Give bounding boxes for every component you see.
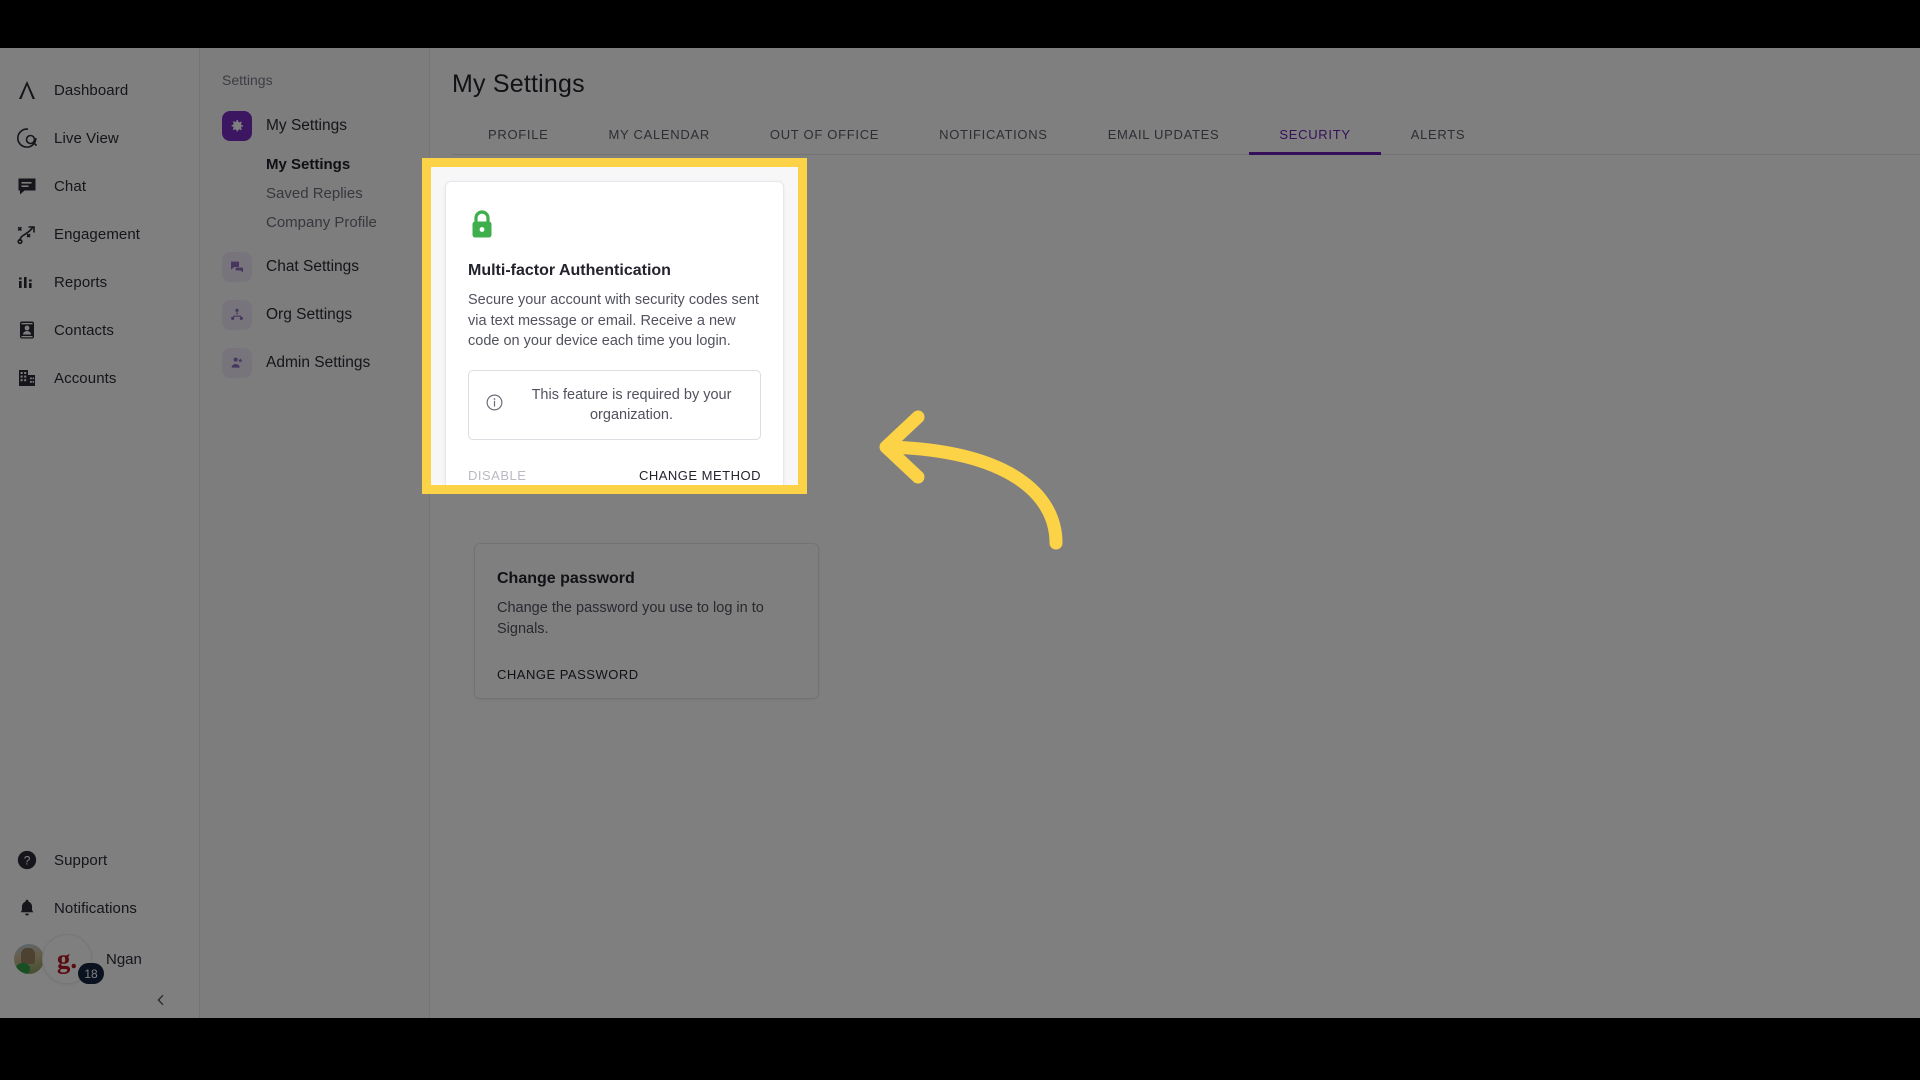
change-method-button[interactable]: CHANGE METHOD xyxy=(639,468,761,483)
tab-profile[interactable]: PROFILE xyxy=(458,127,579,154)
engagement-icon xyxy=(14,221,40,247)
nav-item-reports[interactable]: Reports xyxy=(0,258,199,306)
sidebar-item-admin-settings[interactable]: Admin Settings xyxy=(200,339,429,387)
bottom-letterbox-bar xyxy=(0,1018,1920,1080)
disable-mfa-button[interactable]: DISABLE xyxy=(468,468,526,483)
info-circle-icon xyxy=(485,393,505,417)
logo-chevron-icon xyxy=(14,77,40,103)
sidebar-item-org-settings[interactable]: Org Settings xyxy=(200,291,429,339)
tab-notifications[interactable]: NOTIFICATIONS xyxy=(909,127,1078,154)
nav-label: Support xyxy=(54,851,108,869)
settings-subnav: Settings My Settings My Settings Saved R… xyxy=(200,48,430,1018)
top-letterbox-bar xyxy=(0,0,1920,48)
change-password-card: Change password Change the password you … xyxy=(474,543,819,700)
avatar xyxy=(14,944,44,974)
mfa-description: Secure your account with security codes … xyxy=(468,292,759,350)
user-account-row[interactable]: g. 18 Ngan xyxy=(0,932,199,986)
change-password-title: Change password xyxy=(497,570,635,587)
settings-subnav-title: Settings xyxy=(222,72,273,88)
tab-my-calendar[interactable]: MY CALENDAR xyxy=(579,127,740,154)
annotation-arrow xyxy=(860,395,1080,560)
change-password-actions: CHANGE PASSWORD xyxy=(497,665,796,682)
sidebar-item-chat-settings[interactable]: Chat Settings xyxy=(200,243,429,291)
live-view-icon xyxy=(14,125,40,151)
tab-out-of-office[interactable]: OUT OF OFFICE xyxy=(740,127,909,154)
reports-icon xyxy=(14,269,40,295)
change-password-button[interactable]: CHANGE PASSWORD xyxy=(497,667,639,682)
settings-tabs: PROFILE MY CALENDAR OUT OF OFFICE NOTIFI… xyxy=(452,113,1920,155)
nav-item-support[interactable]: ? Support xyxy=(0,836,199,884)
nav-item-notifications[interactable]: Notifications xyxy=(0,884,199,932)
mfa-title: Multi-factor Authentication xyxy=(468,262,671,279)
mfa-notice: This feature is required by your organiz… xyxy=(468,369,761,441)
svg-text:?: ? xyxy=(24,854,31,868)
primary-nav-list: Dashboard Live View Chat Engagement Repo… xyxy=(0,48,199,402)
nav-label: Notifications xyxy=(54,899,138,917)
tab-email-updates[interactable]: EMAIL UPDATES xyxy=(1078,127,1250,154)
sidebar-subitem-my-settings[interactable]: My Settings xyxy=(200,150,429,179)
nav-item-live-view[interactable]: Live View xyxy=(0,114,199,162)
tab-alerts[interactable]: ALERTS xyxy=(1381,127,1496,154)
nav-label: Dashboard xyxy=(54,81,129,99)
sidebar-item-my-settings[interactable]: My Settings xyxy=(200,102,429,150)
nav-item-engagement[interactable]: Engagement xyxy=(0,210,199,258)
gear-icon xyxy=(222,111,252,141)
sidebar-item-label: My Settings xyxy=(266,117,347,134)
sidebar-item-label: Admin Settings xyxy=(266,354,371,371)
chat-icon xyxy=(14,173,40,199)
notification-count-badge: 18 xyxy=(78,963,104,984)
org-people-icon xyxy=(222,300,252,330)
nav-label: Contacts xyxy=(54,321,114,339)
sidebar-subitem-saved-replies[interactable]: Saved Replies xyxy=(200,179,429,208)
nav-item-chat[interactable]: Chat xyxy=(0,162,199,210)
sidebar-item-label: Chat Settings xyxy=(266,258,360,275)
nav-label: Engagement xyxy=(54,225,141,243)
mfa-notice-text: This feature is required by your organiz… xyxy=(531,386,732,424)
mfa-actions: DISABLE CHANGE METHOD xyxy=(468,466,761,483)
highlight-box: Multi-factor Authentication Secure your … xyxy=(422,158,807,494)
nav-label: Chat xyxy=(54,177,87,195)
collapse-sidebar-button[interactable] xyxy=(0,986,199,1008)
nav-label: Accounts xyxy=(54,369,117,387)
green-lock-icon xyxy=(468,208,496,242)
nav-item-contacts[interactable]: Contacts xyxy=(0,306,199,354)
primary-nav-rail: Dashboard Live View Chat Engagement Repo… xyxy=(0,48,200,1018)
tab-security[interactable]: SECURITY xyxy=(1249,127,1382,155)
sidebar-item-label: Org Settings xyxy=(266,306,353,323)
accounts-icon xyxy=(14,365,40,391)
chevron-left-icon xyxy=(157,994,164,1006)
chat-bubbles-icon xyxy=(222,252,252,282)
change-password-description: Change the password you use to log in to… xyxy=(497,600,764,637)
nav-label: Live View xyxy=(54,129,119,147)
page-title: My Settings xyxy=(452,70,585,98)
mfa-card: Multi-factor Authentication Secure your … xyxy=(445,181,784,485)
nav-label: Reports xyxy=(54,273,108,291)
sidebar-subitem-company-profile[interactable]: Company Profile xyxy=(200,208,429,237)
contacts-icon xyxy=(14,317,40,343)
bell-icon xyxy=(14,895,40,921)
primary-nav-footer: ? Support Notifications g. 18 Ngan xyxy=(0,836,199,1018)
admin-person-icon xyxy=(222,348,252,378)
nav-item-dashboard[interactable]: Dashboard xyxy=(0,66,199,114)
nav-item-accounts[interactable]: Accounts xyxy=(0,354,199,402)
help-circle-icon: ? xyxy=(14,847,40,873)
user-name: Ngan xyxy=(106,950,142,968)
